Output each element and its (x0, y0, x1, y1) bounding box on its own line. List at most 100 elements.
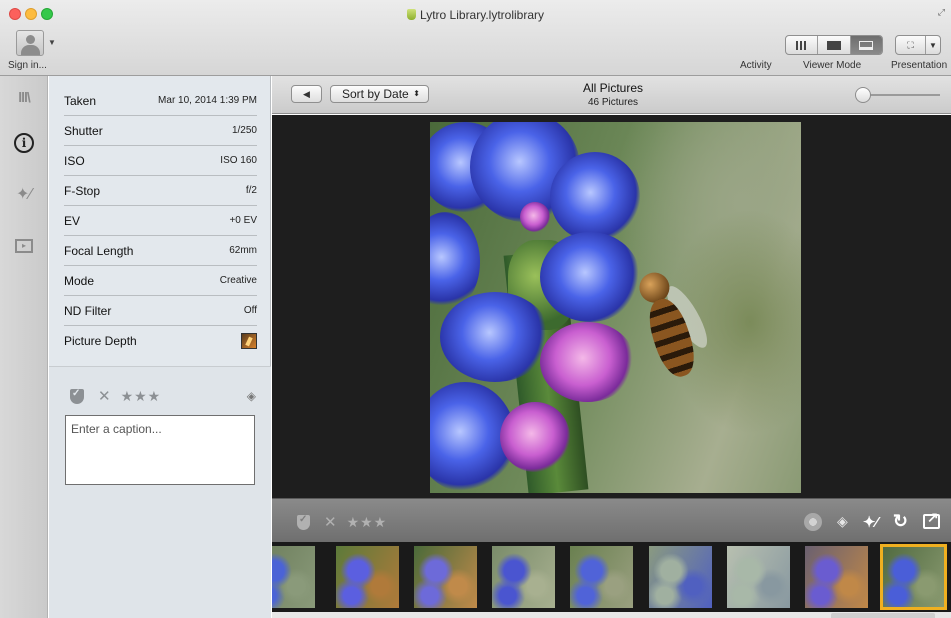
depth-icon[interactable] (241, 333, 257, 349)
info-key: Taken (64, 93, 97, 108)
window-titlebar: Lytro Library.lytrolibrary ⤢ ▼ Sign in..… (0, 0, 951, 76)
presentation-button[interactable]: ⛶ ▼ (895, 35, 941, 55)
sign-in-label[interactable]: Sign in... (8, 60, 47, 71)
info-row: ND Filter Off (64, 296, 257, 326)
picture-depth-row: Picture Depth (64, 326, 257, 356)
single-view-button[interactable] (818, 36, 851, 54)
info-value: Creative (219, 275, 257, 286)
filmstrip-thumbnail[interactable] (805, 546, 868, 608)
info-value: 1/250 (231, 125, 257, 136)
photo-flower (540, 232, 640, 322)
fullscreen-corner-icon[interactable]: ⤢ (938, 7, 945, 18)
activity-label[interactable]: Activity (740, 60, 772, 71)
info-value: f/2 (245, 185, 257, 196)
presentation-icon[interactable]: ▸ (12, 233, 36, 255)
viewer-mode-control[interactable] (785, 35, 883, 55)
grid-view-button[interactable] (786, 36, 819, 54)
avatar-body (21, 45, 40, 55)
info-row: Focal Length 62mm (64, 236, 257, 266)
rotate-icon[interactable]: ↻ (893, 511, 908, 532)
avatar[interactable] (16, 30, 44, 56)
info-value: Mar 10, 2014 1:39 PM (158, 95, 257, 106)
star-rating[interactable]: ★★★ (121, 388, 162, 405)
star-rating[interactable]: ★★★ (347, 514, 388, 531)
filmstrip-thumbnail[interactable] (336, 546, 399, 608)
photo-flower (500, 402, 570, 472)
info-key: ND Filter (64, 303, 112, 318)
sort-label: Sort by Date (342, 87, 409, 101)
chevron-down-icon[interactable]: ▼ (926, 41, 940, 50)
photo-flower (520, 202, 550, 232)
picture-depth-label: Picture Depth (64, 334, 137, 348)
photo-flower (440, 292, 550, 382)
info-key: Mode (64, 273, 95, 288)
filmstrip-thumbnail[interactable] (414, 546, 477, 608)
layers-icon[interactable]: ◈ (837, 513, 848, 530)
zoom-slider-track[interactable] (870, 94, 940, 96)
filmstrip-thumbnail[interactable] (492, 546, 555, 608)
info-key: EV (64, 213, 81, 228)
info-value: Off (243, 305, 257, 316)
filmstrip-thumbnail-selected[interactable] (880, 544, 947, 610)
chevron-down-icon[interactable]: ▼ (48, 38, 56, 47)
filmstrip-thumbnail[interactable] (727, 546, 790, 608)
magic-wand-icon[interactable]: ✦⁄ (12, 184, 36, 206)
info-row: ISO ISO 160 (64, 146, 257, 176)
info-row: F-Stop f/2 (64, 176, 257, 206)
info-key: ISO (64, 153, 85, 168)
album-count: 46 Pictures (587, 97, 639, 108)
filmstrip-thumbnail[interactable] (570, 546, 633, 608)
window-bottom-edge (272, 612, 951, 618)
info-row: Taken Mar 10, 2014 1:39 PM (64, 86, 257, 116)
info-row: Shutter 1/250 (64, 116, 257, 146)
action-bar: ✕ ★★★ ◈ ✦⁄ ↻ (272, 498, 951, 542)
layers-icon[interactable]: ◈ (247, 389, 256, 403)
info-row: Mode Creative (64, 266, 257, 296)
info-row: EV +0 EV (64, 206, 257, 236)
info-value: ISO 160 (220, 155, 257, 166)
photo-flower (550, 152, 640, 242)
back-button[interactable]: ◀ (291, 85, 322, 103)
photo-bee (622, 263, 716, 389)
library-icon[interactable]: lll\ (12, 86, 36, 108)
share-icon[interactable] (923, 509, 940, 529)
flag-icon[interactable] (297, 514, 310, 530)
scroll-tab (831, 613, 935, 618)
sort-dropdown[interactable]: Sort by Date ⬍ (330, 85, 429, 103)
aperture-icon[interactable] (804, 512, 823, 531)
single-image-icon (826, 40, 841, 50)
photo-actions: ◈ ✦⁄ ↻ (804, 509, 940, 532)
reject-icon[interactable]: ✕ (324, 513, 337, 531)
album-title: All Pictures (582, 81, 644, 95)
info-icon[interactable]: i (12, 132, 36, 154)
grid-icon (796, 40, 808, 50)
lytro-icon (406, 9, 416, 20)
viewer-mode-label: Viewer Mode (803, 60, 862, 71)
fullscreen-icon[interactable]: ⛶ (896, 36, 926, 54)
updown-arrows-icon: ⬍ (413, 89, 420, 98)
info-value: +0 EV (229, 215, 257, 226)
viewer-header: ◀ Sort by Date ⬍ All Pictures 46 Picture… (272, 76, 951, 114)
info-key: Shutter (64, 123, 103, 138)
info-value: 62mm (229, 245, 257, 256)
zoom-slider-knob[interactable] (855, 87, 871, 103)
filmstrip-icon (859, 40, 874, 50)
avatar-head (26, 35, 35, 44)
filmstrip-thumbnail[interactable] (272, 546, 315, 608)
photo-flower (540, 322, 635, 402)
magic-wand-icon[interactable]: ✦⁄ (863, 513, 878, 531)
info-key: Focal Length (64, 243, 134, 258)
presentation-label: Presentation (891, 60, 948, 71)
rating-caption-section: ✕ ★★★ ◈ (49, 366, 271, 618)
reject-icon[interactable]: ✕ (98, 387, 111, 405)
photo-viewer (272, 115, 951, 498)
photo-rating: ✕ ★★★ (297, 513, 387, 531)
window-title: Lytro Library.lytrolibrary (0, 8, 951, 22)
filmstrip (272, 542, 951, 612)
metadata-table: Taken Mar 10, 2014 1:39 PM Shutter 1/250 ISO… (64, 86, 257, 356)
caption-input[interactable] (65, 415, 255, 485)
main-photo[interactable] (430, 122, 801, 493)
filmstrip-thumbnail[interactable] (649, 546, 712, 608)
flag-icon[interactable] (70, 388, 84, 404)
filmstrip-view-button[interactable] (850, 36, 882, 54)
